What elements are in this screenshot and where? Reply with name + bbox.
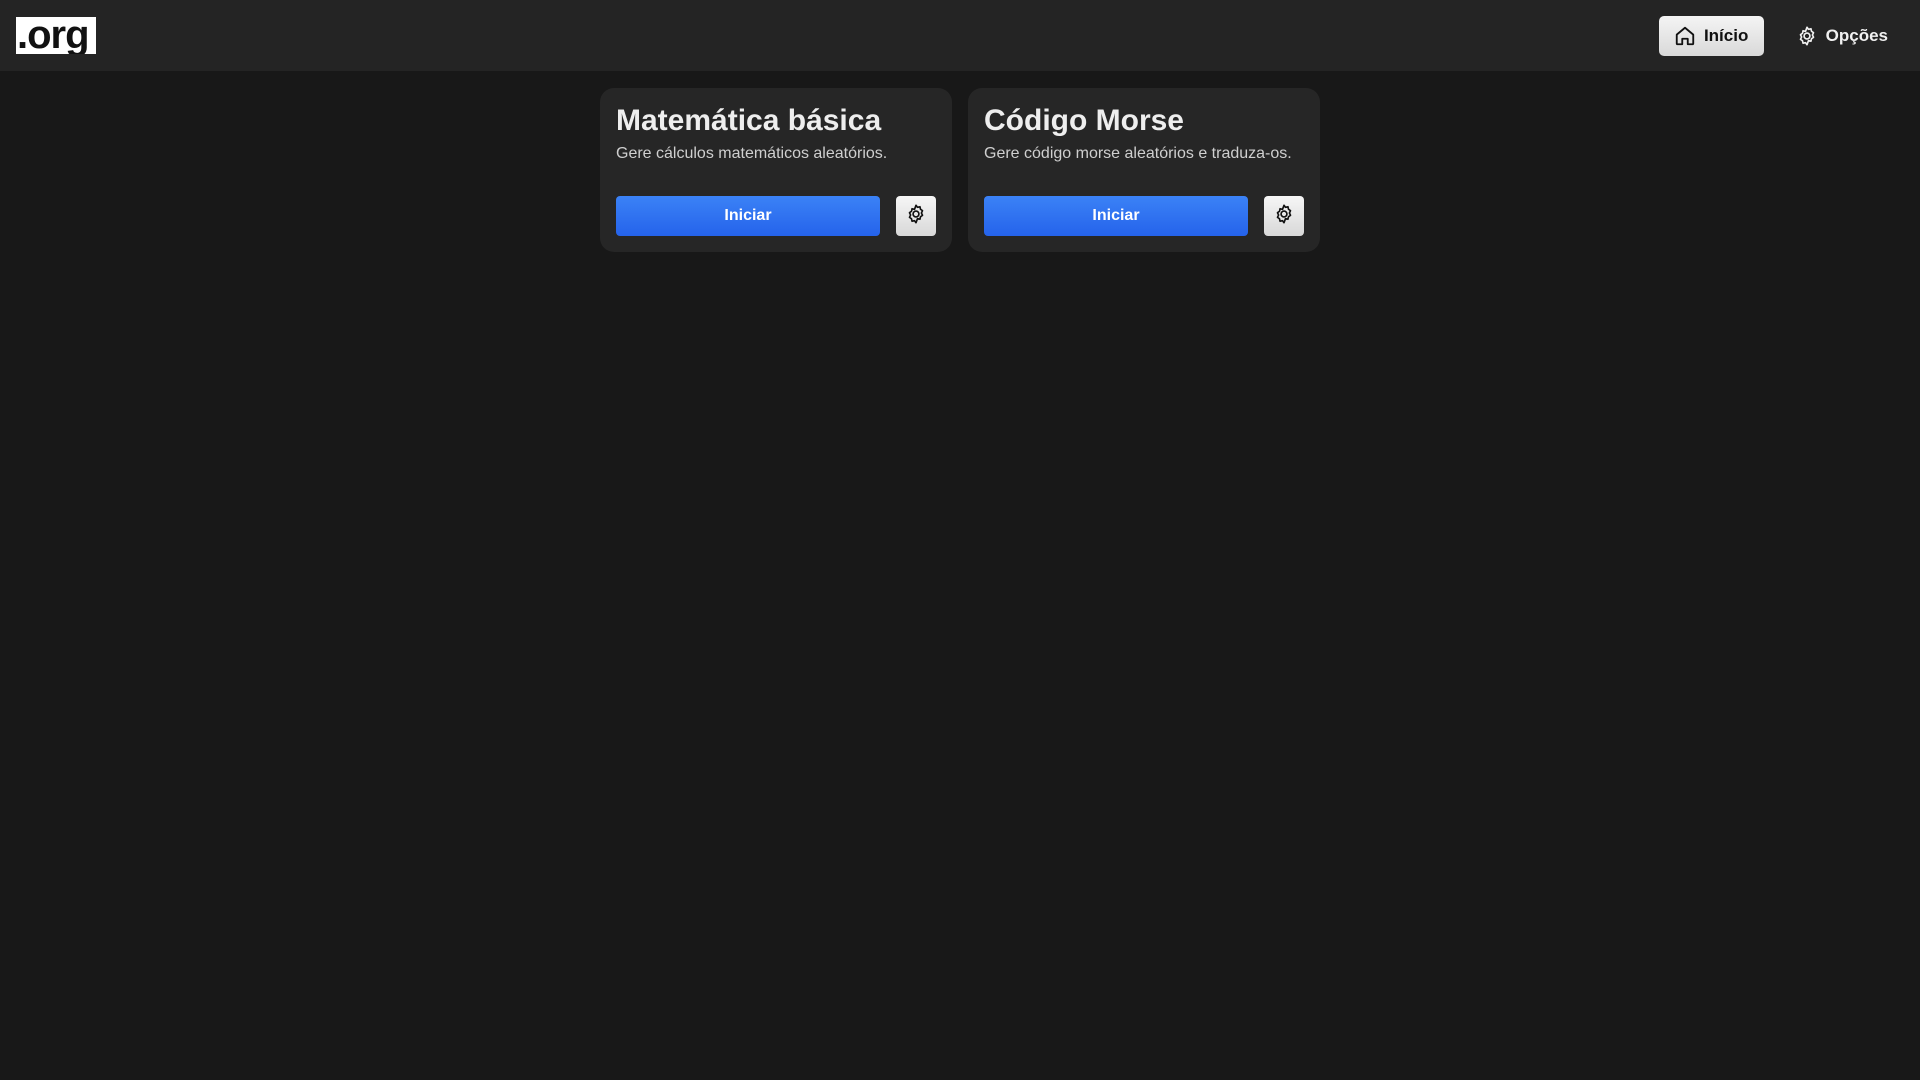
start-button[interactable]: Iniciar (984, 196, 1248, 236)
card-description: Gere código morse aleatórios e traduza-o… (984, 145, 1292, 162)
card-basic-math: Matemática básica Gere cálculos matemáti… (600, 88, 952, 252)
gear-icon (1796, 25, 1818, 47)
nav-home-button[interactable]: Início (1658, 16, 1764, 56)
gear-icon (905, 203, 927, 230)
nav-options-label: Opções (1825, 26, 1888, 45)
site-logo[interactable]: .org (16, 17, 96, 54)
gear-icon (1273, 203, 1295, 230)
home-icon (1674, 25, 1696, 47)
card-title: Matemática básica (616, 104, 882, 137)
top-bar: .org Início Opções (0, 0, 1920, 71)
nav-options-button[interactable]: Opções (1780, 16, 1904, 56)
card-actions: Iniciar (616, 196, 936, 236)
nav-home-label: Início (1703, 26, 1749, 45)
start-button[interactable]: Iniciar (616, 196, 880, 236)
card-description: Gere cálculos matemáticos aleatórios. (616, 145, 888, 162)
activity-cards: Matemática básica Gere cálculos matemáti… (600, 88, 1320, 252)
card-actions: Iniciar (984, 196, 1304, 236)
card-settings-button[interactable] (1264, 196, 1304, 236)
card-title: Código Morse (984, 104, 1184, 137)
main-nav: Início Opções (1658, 16, 1904, 56)
card-morse-code: Código Morse Gere código morse aleatório… (968, 88, 1320, 252)
card-settings-button[interactable] (896, 196, 936, 236)
